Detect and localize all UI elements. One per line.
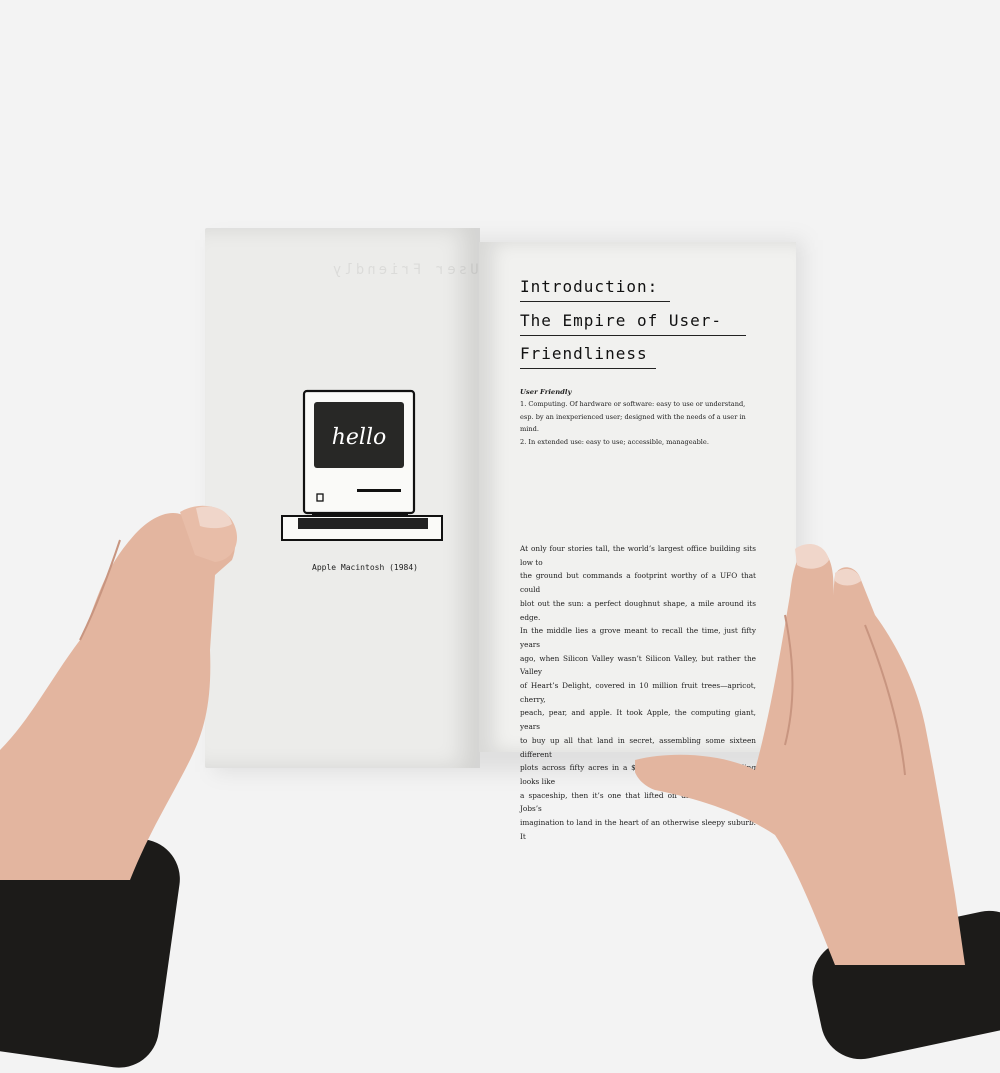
- definition-line: esp. by an inexperienced user; designed …: [520, 412, 746, 421]
- definition-block: User Friendly 1. Computing. Of hardware …: [520, 386, 770, 448]
- mac-floppy-slot: [357, 489, 401, 492]
- photo-scene: User Friendly hello Apple Macintosh (198…: [0, 0, 1000, 1073]
- mac-screen-text: hello: [332, 425, 387, 450]
- definition-line: 1. Computing. Of hardware or software: e…: [520, 400, 746, 409]
- definition-line: 2. In extended use: easy to use; accessi…: [520, 437, 709, 446]
- illustration-caption: Apple Macintosh (1984): [312, 563, 418, 572]
- chapter-title-line-2: The Empire of User-: [520, 311, 746, 336]
- right-hand: [635, 544, 965, 965]
- chapter-title-line-3: Friendliness: [520, 344, 656, 369]
- chapter-title-line-1: Introduction:: [520, 277, 670, 302]
- bleed-through-text: User Friendly: [330, 262, 479, 278]
- macintosh-computer-icon: hello: [281, 389, 443, 541]
- definition-heading: User Friendly: [520, 388, 572, 396]
- left-hand: [0, 505, 238, 880]
- keyboard-keys: [298, 518, 428, 529]
- definition-line: mind.: [520, 425, 539, 434]
